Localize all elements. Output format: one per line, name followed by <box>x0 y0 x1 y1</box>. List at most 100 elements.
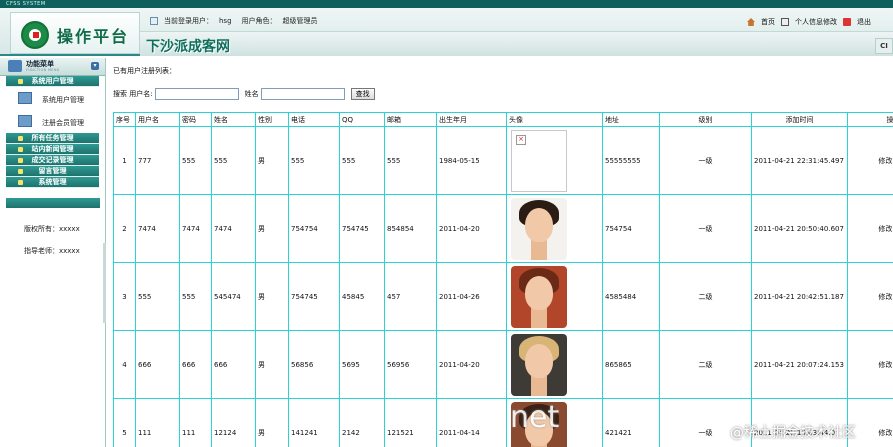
cell-avatar <box>506 262 603 331</box>
overlay-site-title: 下沙派成客网 <box>146 39 230 55</box>
collapse-icon[interactable]: ▾ <box>91 62 99 70</box>
cell-no: 3 <box>113 262 136 331</box>
cell-email: 555 <box>384 126 437 195</box>
col-header: 头像 <box>506 112 603 127</box>
cell-no: 5 <box>113 398 136 447</box>
cell-added: 2011-04-21 20:07:24.153 <box>751 330 848 399</box>
cell-added: 2011-04-21 20:50:40.607 <box>751 194 848 263</box>
col-header: 姓名 <box>211 112 256 127</box>
cell-gender: 男 <box>255 126 289 195</box>
cell-phone: 555 <box>288 126 340 195</box>
edit-link[interactable]: 修改 <box>878 157 892 165</box>
bank-logo-icon <box>21 21 49 49</box>
watermark-net: net <box>510 400 560 435</box>
menu-icon <box>8 60 22 72</box>
cell-actions: 修改 删除 <box>847 330 893 399</box>
edit-link[interactable]: 修改 <box>878 429 892 437</box>
cell-email: 457 <box>384 262 437 331</box>
cell-address: 754754 <box>602 194 660 263</box>
sidebar-group-system[interactable]: 系统管理 <box>6 177 99 188</box>
col-header: 序号 <box>113 112 136 127</box>
cell-address: 421421 <box>602 398 660 447</box>
cell-password: 555 <box>179 126 212 195</box>
cell-password: 555 <box>179 262 212 331</box>
sidebar-group-messages[interactable]: 留言管理 <box>6 166 99 177</box>
avatar <box>511 265 567 328</box>
cell-phone: 56856 <box>288 330 340 399</box>
col-header: 地址 <box>602 112 660 127</box>
cell-gender: 男 <box>255 262 289 331</box>
cell-qq: 754745 <box>339 194 385 263</box>
name-search-input[interactable] <box>260 88 345 100</box>
sidebar-group-system-users[interactable]: 系统用户管理 <box>6 76 99 87</box>
current-user-name: hsg <box>219 17 232 25</box>
col-header: QQ <box>339 112 385 127</box>
watermark-community: @稀土掘金技术社区 <box>730 425 856 441</box>
cell-phone: 754745 <box>288 262 340 331</box>
member-admin-icon <box>18 115 32 127</box>
sidebar-footer-bar <box>6 198 100 208</box>
user-icon <box>150 17 158 25</box>
cell-username: 777 <box>135 126 180 195</box>
col-header: 添加时间 <box>751 112 848 127</box>
cell-birth: 2011-04-20 <box>436 330 507 399</box>
sidebar-item-label: 注册会员管理 <box>42 119 84 127</box>
table-row: 4 666 666 666 男 56856 5695 56956 2011-04… <box>113 330 893 399</box>
cell-name: 12124 <box>211 398 256 447</box>
col-header: 邮箱 <box>384 112 437 127</box>
cell-address: 4585484 <box>602 262 660 331</box>
sidebar-group-tasks[interactable]: 所有任务管理 <box>6 133 99 144</box>
cell-password: 666 <box>179 330 212 399</box>
search-button[interactable]: 查找 <box>350 88 375 100</box>
edit-link[interactable]: 修改 <box>878 361 892 369</box>
cell-birth: 2011-04-26 <box>436 262 507 331</box>
username-search-input[interactable] <box>154 88 239 100</box>
search-username-label: 搜索 用户名: <box>113 90 153 98</box>
cell-avatar <box>506 194 603 263</box>
logout-link[interactable]: 退出 <box>857 17 871 27</box>
col-header: 操作 <box>847 112 893 127</box>
broken-image-icon <box>511 129 567 192</box>
user-admin-icon <box>18 92 32 104</box>
cell-qq: 5695 <box>339 330 385 399</box>
sidebar-item-system-users[interactable]: 系统用户管理 <box>6 87 99 110</box>
home-link[interactable]: 首页 <box>761 17 775 27</box>
user-info-bar: 当前登录用户： hsg 用户角色： 超级管理员 <box>150 16 318 26</box>
cell-qq: 45845 <box>339 262 385 331</box>
edit-link[interactable]: 修改 <box>878 225 892 233</box>
cell-email: 854854 <box>384 194 437 263</box>
cell-level: 一级 <box>659 194 752 263</box>
col-header: 电话 <box>288 112 340 127</box>
search-name-label: 姓名 <box>244 90 259 98</box>
edit-link[interactable]: 修改 <box>878 293 892 301</box>
cell-no: 2 <box>113 194 136 263</box>
avatar <box>511 197 567 260</box>
sidebar-scrollbar[interactable] <box>103 243 106 323</box>
sidebar-header: 功能菜单 FUNCTION MENU ▾ <box>0 58 105 76</box>
cell-qq: 555 <box>339 126 385 195</box>
role-name: 超级管理员 <box>282 17 318 25</box>
table-row: 2 7474 7474 7474 男 754754 754745 854854 … <box>113 194 893 263</box>
sidebar-group-news[interactable]: 站内新闻管理 <box>6 144 99 155</box>
sidebar-item-members[interactable]: 注册会员管理 <box>6 110 99 133</box>
cell-birth: 2011-04-14 <box>436 398 507 447</box>
list-title: 已有用户注册列表： <box>113 67 176 75</box>
cell-name: 666 <box>211 330 256 399</box>
right-tab[interactable]: CI <box>875 38 893 54</box>
table-header-row: 序号 用户名 密码 姓名 性别 电话 QQ 邮箱 出生年月 头像 地址 级别 添… <box>113 112 893 127</box>
cell-qq: 2142 <box>339 398 385 447</box>
table-row: 3 555 555 545474 男 754745 45845 457 2011… <box>113 262 893 331</box>
top-links: 首页 个人信息修改 退出 <box>747 17 871 27</box>
sidebar-group-deals[interactable]: 成交记录管理 <box>6 155 99 166</box>
search-bar: 搜索 用户名: 姓名 查找 <box>113 88 375 100</box>
cell-added: 2011-04-21 22:31:45.497 <box>751 126 848 195</box>
profile-link[interactable]: 个人信息修改 <box>795 17 837 27</box>
cell-password: 7474 <box>179 194 212 263</box>
cell-no: 1 <box>113 126 136 195</box>
cell-actions: 修改 删除 <box>847 262 893 331</box>
cell-email: 56956 <box>384 330 437 399</box>
cell-gender: 男 <box>255 330 289 399</box>
edit-profile-icon <box>781 18 789 26</box>
cell-level: 二级 <box>659 262 752 331</box>
cell-name: 555 <box>211 126 256 195</box>
